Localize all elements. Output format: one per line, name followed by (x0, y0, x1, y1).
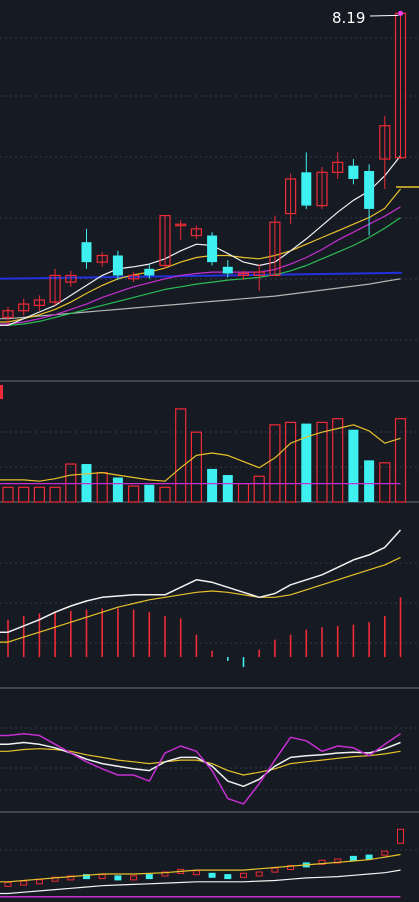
bottom-mini-bar (224, 874, 232, 880)
volume-bar-down (207, 468, 218, 502)
volume-bar-down (348, 429, 359, 502)
bottom-mini-bar (365, 854, 373, 860)
candle-body-down (144, 268, 155, 276)
candle-body-down (348, 165, 359, 179)
max-price-dot (398, 10, 403, 16)
volume-bar-down (301, 423, 312, 502)
candle-body-down (301, 172, 312, 206)
candle-body-down (364, 170, 375, 209)
bottom-mini-bar (208, 872, 216, 878)
volume-bar-down (112, 477, 123, 502)
candle-body-down (112, 255, 123, 276)
bottom-mini-bar (145, 874, 153, 880)
bottom-mini-bar (114, 875, 122, 881)
volume-bar-down (364, 460, 375, 502)
stock-chart: 8.19 (0, 0, 419, 902)
max-label-arrow (369, 14, 399, 17)
bottom-mini-bar (349, 855, 357, 861)
panel-marker (0, 385, 3, 399)
max-price-label: 8.19 (332, 9, 365, 27)
volume-bar-down (144, 484, 155, 502)
candle-body-down (81, 242, 92, 263)
candle-body-down (222, 266, 233, 274)
candle-body-down (207, 235, 218, 263)
volume-bar-down (222, 475, 233, 502)
annotation-layer: 8.19 (332, 9, 365, 27)
